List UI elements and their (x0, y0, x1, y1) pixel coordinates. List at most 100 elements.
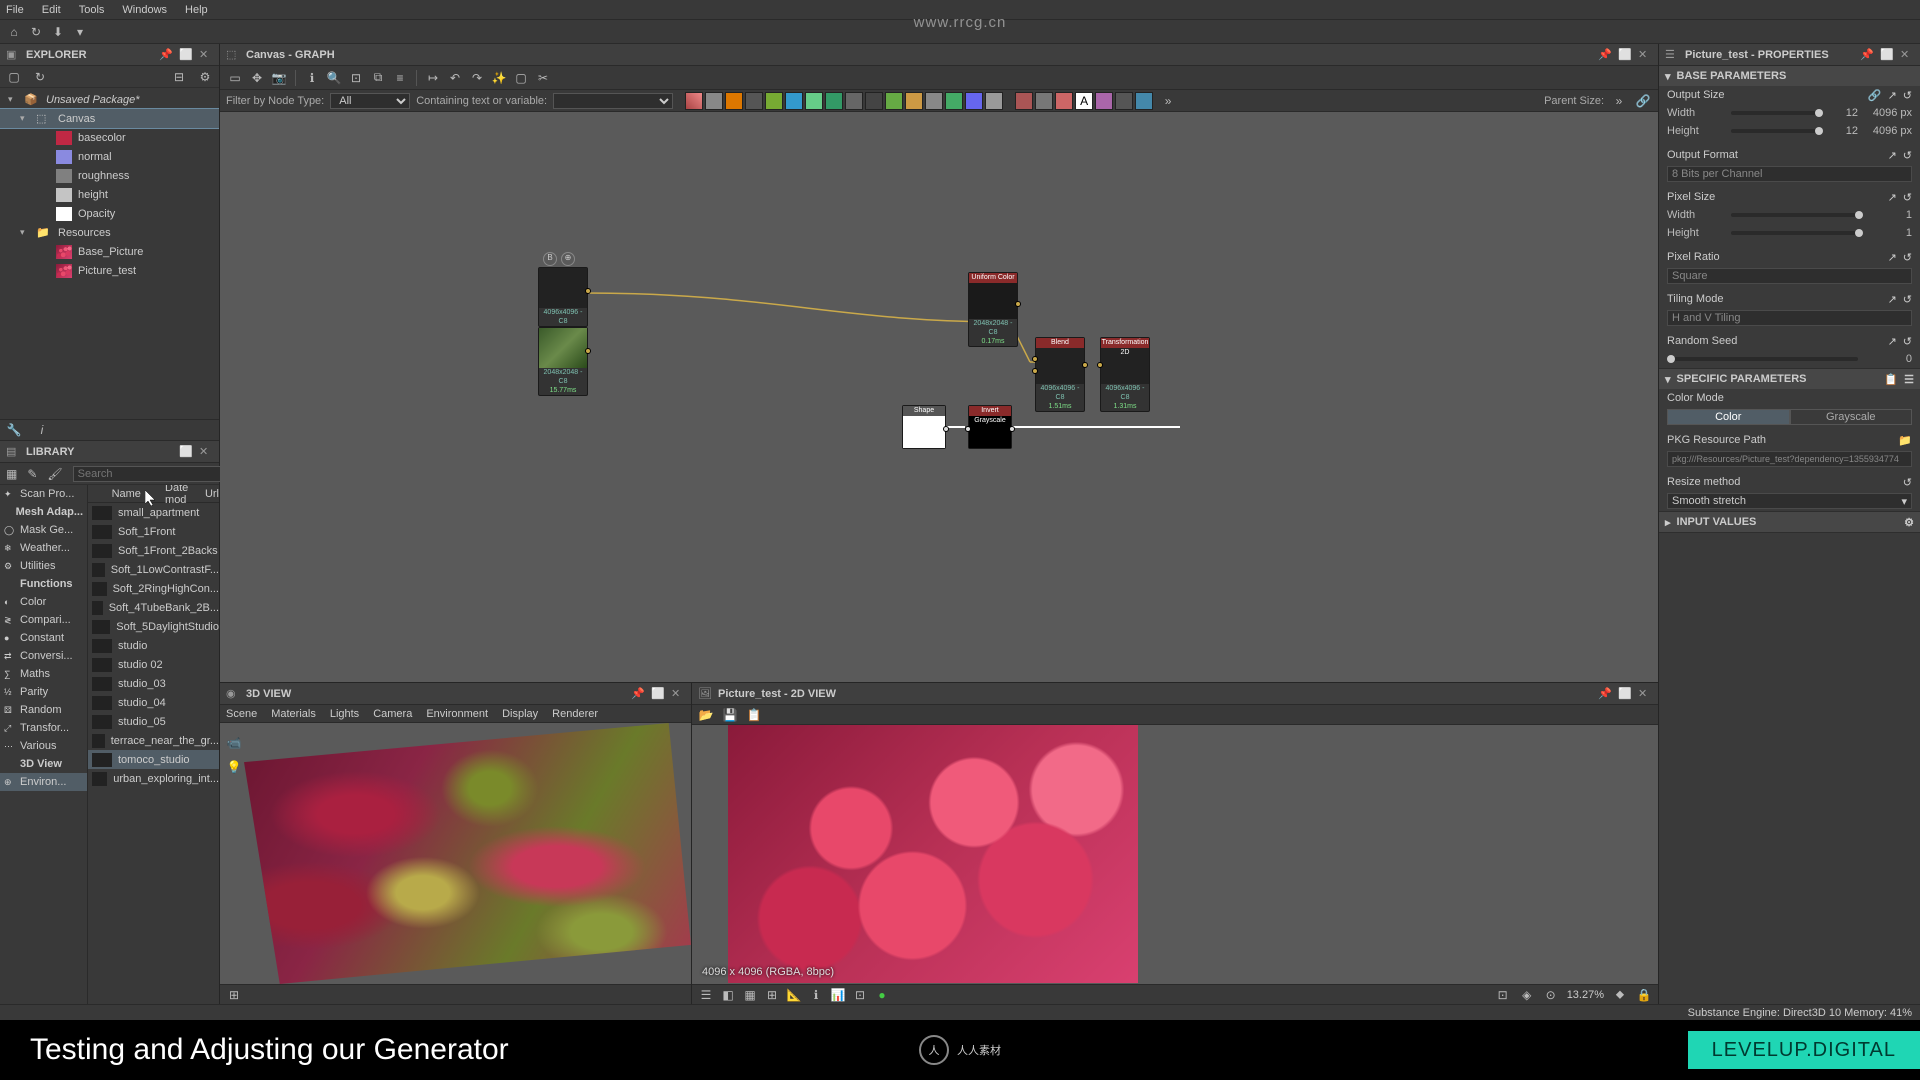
node-bitmap-1[interactable]: B ⊕ 4096x4096 - C8 (538, 267, 588, 327)
node-blend[interactable]: Blend 4096x4096 - C8 1.51ms (1035, 337, 1085, 412)
tiling-field[interactable]: H and V Tiling (1667, 310, 1912, 326)
undo-icon[interactable]: ↶ (446, 69, 464, 87)
resize-field[interactable]: Smooth stretch▾ (1667, 493, 1912, 509)
node-icon[interactable] (905, 92, 923, 110)
close-icon[interactable]: ✕ (199, 48, 213, 62)
lib-category[interactable]: 3D View (0, 755, 87, 773)
lib-item[interactable]: studio_05 (88, 712, 219, 731)
node-icon[interactable] (1055, 92, 1073, 110)
lib-item[interactable]: Soft_5DaylightStudio (88, 617, 219, 636)
maximize-icon[interactable]: ⬜ (1618, 687, 1632, 701)
histogram-icon[interactable]: 📊 (830, 987, 846, 1003)
channel-icon[interactable]: ◧ (720, 987, 736, 1003)
lib-category[interactable]: ⊕Environ... (0, 773, 87, 791)
maximize-icon[interactable]: ⬜ (179, 445, 193, 459)
3d-view-menu[interactable]: Scene Materials Lights Camera Environmen… (220, 705, 691, 723)
lib-category[interactable]: ⇄Conversi... (0, 647, 87, 665)
channel-basecolor[interactable]: basecolor (0, 128, 219, 147)
2d-view-toolbar[interactable]: 📂 💾 📋 (692, 705, 1658, 725)
px-height-slider[interactable] (1731, 231, 1858, 235)
close-icon[interactable]: ✕ (1638, 48, 1652, 62)
format-field[interactable]: 8 Bits per Channel (1667, 166, 1912, 182)
node-icon[interactable] (885, 92, 903, 110)
lib-item[interactable]: Soft_1LowContrastF... (88, 560, 219, 579)
px-width-slider[interactable] (1731, 213, 1858, 217)
wrench-icon[interactable]: 🔧 (6, 422, 22, 438)
maximize-icon[interactable]: ⬜ (1880, 48, 1894, 62)
color-mode-toggle[interactable]: ColorGrayscale (1667, 409, 1912, 425)
light-tool-icon[interactable]: 💡 (226, 759, 242, 775)
reset-icon[interactable]: ↺ (1903, 251, 1912, 264)
node-icon[interactable] (1035, 92, 1053, 110)
actual-icon[interactable]: ◈ (1519, 987, 1535, 1003)
node-graph[interactable]: B ⊕ 4096x4096 - C8 2048x2048 - C8 15.77m… (220, 112, 1658, 682)
copy-icon[interactable]: 📋 (1884, 373, 1898, 386)
zoom-icon[interactable]: 🔍 (325, 69, 343, 87)
text-node-icon[interactable]: A (1075, 92, 1093, 110)
collapse-icon[interactable]: ⊟ (171, 69, 187, 85)
node-icon[interactable] (845, 92, 863, 110)
3d-menu-display[interactable]: Display (502, 708, 538, 720)
library-list[interactable]: Name Date mod Url small_apartmentSoft_1F… (88, 485, 219, 1004)
3d-menu-scene[interactable]: Scene (226, 708, 257, 720)
node-icon[interactable] (745, 92, 763, 110)
frame-icon[interactable]: ▢ (512, 69, 530, 87)
menu-icon[interactable]: ☰ (1904, 373, 1914, 386)
channel-height[interactable]: height (0, 185, 219, 204)
menu-edit[interactable]: Edit (42, 4, 61, 16)
menu-help[interactable]: Help (185, 4, 208, 16)
align-icon[interactable]: ≡ (391, 69, 409, 87)
open-icon[interactable]: 📂 (698, 707, 714, 723)
lib-edit-icon[interactable]: ✎ (27, 466, 37, 482)
node-icon[interactable] (765, 92, 783, 110)
camera-tool-icon[interactable]: 📹 (226, 735, 242, 751)
node-icon[interactable] (925, 92, 943, 110)
tile-icon[interactable]: ⊞ (764, 987, 780, 1003)
library-categories[interactable]: ✦Scan Pro...Mesh Adap...◯Mask Ge...❄Weat… (0, 485, 88, 1004)
menu-file[interactable]: File (6, 4, 24, 16)
crop-icon[interactable]: ✂ (534, 69, 552, 87)
maximize-icon[interactable]: ⬜ (179, 48, 193, 62)
lib-item[interactable]: Soft_2RingHighCon... (88, 579, 219, 598)
pkg-path-field[interactable]: pkg:///Resources/Picture_test?dependency… (1667, 451, 1912, 467)
node-badge-icon[interactable]: ⊕ (561, 252, 575, 266)
fit-icon[interactable]: ⊡ (347, 69, 365, 87)
3d-menu-materials[interactable]: Materials (271, 708, 316, 720)
reset-icon[interactable]: ↺ (1903, 293, 1912, 306)
reset-icon[interactable]: ↺ (1903, 149, 1912, 162)
explorer-tree[interactable]: ▾📦 Unsaved Package* ▾⬚ Canvas basecolor … (0, 88, 219, 419)
expand-icon[interactable]: ⊞ (226, 987, 242, 1003)
lib-category[interactable]: ⚙Utilities (0, 557, 87, 575)
lib-category[interactable]: ◯Mask Ge... (0, 521, 87, 539)
node-icon[interactable] (725, 92, 743, 110)
new-icon[interactable]: ▢ (6, 69, 22, 85)
settings-icon[interactable]: ⚙ (197, 69, 213, 85)
maximize-icon[interactable]: ⬜ (1618, 48, 1632, 62)
inherit-icon[interactable]: ↗ (1888, 149, 1897, 162)
lib-category[interactable]: Functions (0, 575, 87, 593)
atomic-node-icon[interactable] (685, 92, 703, 110)
close-icon[interactable]: ✕ (1638, 687, 1652, 701)
node-icon[interactable] (985, 92, 1003, 110)
input-values-header[interactable]: ▸INPUT VALUES⚙ (1659, 512, 1920, 532)
node-icon[interactable] (705, 92, 723, 110)
height-slider[interactable] (1731, 129, 1822, 133)
refresh-icon[interactable]: ↻ (28, 24, 44, 40)
link-icon[interactable]: 🔗 (1634, 92, 1652, 110)
menu-windows[interactable]: Windows (122, 4, 167, 16)
center-icon[interactable]: ⊙ (1543, 987, 1559, 1003)
node-icon[interactable] (1115, 92, 1133, 110)
chevron-down-icon[interactable]: ▾ (72, 24, 88, 40)
node-uniform-color[interactable]: Uniform Color 2048x2048 - C8 0.17ms (968, 272, 1018, 347)
inherit-icon[interactable]: ↗ (1888, 191, 1897, 204)
node-invert[interactable]: Invert Grayscale (968, 405, 1012, 449)
library-search-input[interactable] (73, 466, 225, 482)
select-icon[interactable]: ▭ (226, 69, 244, 87)
info-icon[interactable]: ℹ (808, 987, 824, 1003)
ratio-field[interactable]: Square (1667, 268, 1912, 284)
graph-row[interactable]: ▾⬚ Canvas (0, 109, 219, 128)
flow-icon[interactable]: ↦ (424, 69, 442, 87)
canvas-toolbar[interactable]: ▭ ✥ 📷 ℹ 🔍 ⊡ ⧉ ≡ ↦ ↶ ↷ ✨ ▢ ✂ (220, 66, 1658, 90)
info-icon[interactable]: ℹ (303, 69, 321, 87)
info-icon[interactable]: i (34, 422, 50, 438)
